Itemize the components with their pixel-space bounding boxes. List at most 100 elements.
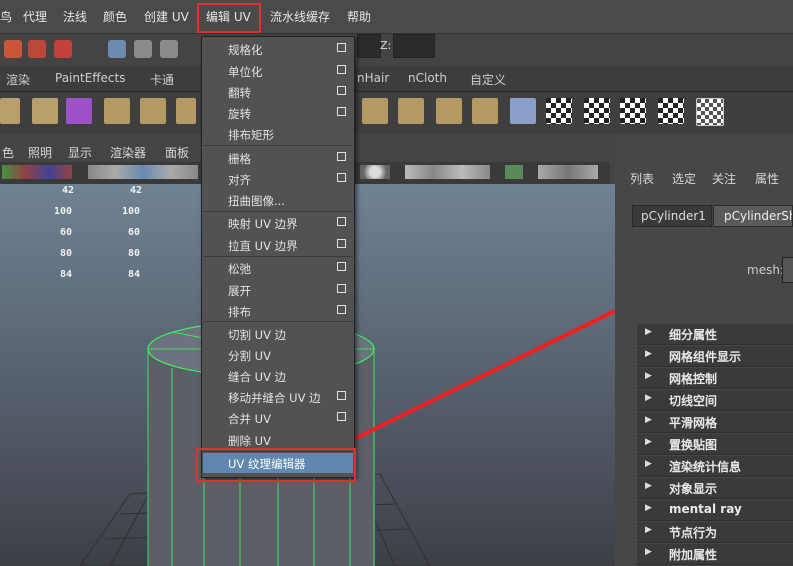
section-extra-attributes[interactable]: ▶ 附加属性 [637,544,793,565]
option-box-icon[interactable] [337,391,346,400]
menu-sew-uv-edges[interactable]: 缝合 UV 边 [201,366,355,386]
vp-menu-renderer[interactable]: 渲染器 [110,144,146,161]
shelf-uv-4-icon[interactable] [472,98,498,124]
vp-menu-panels[interactable]: 面板 [165,144,189,161]
menu-item-create-uv[interactable]: 创建 UV [144,8,189,25]
option-box-icon[interactable] [337,217,346,226]
isolate-select-icon[interactable] [505,165,523,179]
shelf-plane-icon[interactable] [104,98,130,124]
option-box-icon[interactable] [337,152,346,161]
ipr-icon[interactable] [134,40,152,58]
vp-menu-shading[interactable]: 色 [2,144,14,161]
menu-item-cut[interactable]: 鸟 [0,8,12,25]
shelf-uv-3-icon[interactable] [436,98,462,124]
menu-align[interactable]: 对齐 [201,169,355,189]
ae-menu-selected[interactable]: 选定 [672,170,696,187]
shelf-tab-toon[interactable]: 卡通 [150,71,174,88]
ae-menu-focus[interactable]: 关注 [712,170,736,187]
section-object-display[interactable]: ▶ 对象显示 [637,478,793,499]
menu-merge-uvs[interactable]: 合并 UV [201,408,355,428]
section-subdivision[interactable]: ▶ 细分属性 [637,324,793,345]
node-tab-pcylindershape[interactable]: pCylinderSh [713,205,793,227]
shelf-plane-2-icon[interactable] [140,98,166,124]
section-displacement-map[interactable]: ▶ 置换贴图 [637,434,793,455]
shelf-uv-2-icon[interactable] [398,98,424,124]
y-field[interactable] [357,34,381,58]
section-smooth-mesh[interactable]: ▶ 平滑网格 [637,412,793,433]
checker-5-icon[interactable] [696,98,724,126]
section-component-display[interactable]: ▶ 网格组件显示 [637,346,793,367]
menu-unfold[interactable]: 展开 [201,280,355,300]
menu-move-and-sew-uv-edges[interactable]: 移动并缝合 UV 边 [201,387,355,407]
menu-flip[interactable]: 翻转 [201,82,355,102]
checker-1-icon[interactable] [546,98,572,124]
shelf-cube-material-icon[interactable] [66,98,92,124]
shelf-tool-2-icon[interactable] [32,98,58,124]
section-mental-ray[interactable]: ▶ mental ray [637,500,793,521]
section-tangent-space[interactable]: ▶ 切线空间 [637,390,793,411]
option-box-icon[interactable] [337,86,346,95]
shelf-uv-5-icon[interactable] [510,98,536,124]
ae-menu-list[interactable]: 列表 [630,170,654,187]
checker-3-icon[interactable] [620,98,646,124]
option-box-icon[interactable] [337,65,346,74]
option-box-icon[interactable] [337,239,346,248]
menu-relax[interactable]: 松弛 [201,258,355,278]
menu-item-pipeline-cache[interactable]: 流水线缓存 [270,8,330,25]
render-settings-icon[interactable] [160,40,178,58]
stat-tris-1: 80 [60,248,73,259]
option-box-icon[interactable] [337,43,346,52]
display-modes-icon[interactable] [88,165,198,179]
snap-point-icon[interactable] [54,40,72,58]
option-box-icon[interactable] [337,412,346,421]
menu-rotate[interactable]: 旋转 [201,103,355,123]
menu-item-color[interactable]: 颜色 [103,8,127,25]
menu-map-uv-border[interactable]: 映射 UV 边界 [201,213,355,233]
magnet-icon[interactable] [4,40,22,58]
section-mesh-controls[interactable]: ▶ 网格控制 [637,368,793,389]
shelf-uv-1-icon[interactable] [362,98,388,124]
section-render-stats[interactable]: ▶ 渲染统计信息 [637,456,793,477]
menu-normalize[interactable]: 规格化 [201,39,355,59]
menu-layout[interactable]: 排布 [201,301,355,321]
ae-menu-attributes[interactable]: 属性 [755,170,779,187]
menu-item-proxy[interactable]: 代理 [23,8,47,25]
vp-menu-show[interactable]: 显示 [68,144,92,161]
shelf-tab-ncloth[interactable]: nCloth [408,71,447,85]
section-node-behavior[interactable]: ▶ 节点行为 [637,522,793,543]
snap-curve-icon[interactable] [28,40,46,58]
camera-tools-icon[interactable] [2,165,72,179]
mesh-name-field[interactable] [782,257,793,283]
shelf-tab-render[interactable]: 渲染 [6,71,30,88]
checker-2-icon[interactable] [584,98,610,124]
shading-spheres-icon[interactable] [360,165,390,179]
render-frame-icon[interactable] [108,40,126,58]
menu-unitize[interactable]: 单位化 [201,61,355,81]
stat-uvs-1: 84 [60,269,73,280]
menu-delete-uvs[interactable]: 删除 UV [201,430,355,450]
menu-item-help[interactable]: 帮助 [347,8,371,25]
option-box-icon[interactable] [337,305,346,314]
option-box-icon[interactable] [337,284,346,293]
z-field[interactable] [393,34,435,58]
menu-cut-uv-edges[interactable]: 切割 UV 边 [201,324,355,344]
vp-menu-lighting[interactable]: 照明 [28,144,52,161]
xray-icons[interactable] [538,165,598,179]
menu-split-uvs[interactable]: 分割 UV [201,345,355,365]
checker-4-icon[interactable] [658,98,684,124]
shelf-tab-custom[interactable]: 自定义 [470,71,506,88]
menu-grid[interactable]: 栅格 [201,148,355,168]
menu-layout-rectangle[interactable]: 排布矩形 [201,124,355,144]
shelf-tool-1-icon[interactable] [0,98,20,124]
shelf-tab-painteffects[interactable]: PaintEffects [55,71,125,85]
shelf-tab-nhair[interactable]: nHair [357,71,389,85]
menu-warp-image[interactable]: 扭曲图像... [201,190,355,210]
shelf-plane-3-icon[interactable] [176,98,196,124]
option-box-icon[interactable] [337,173,346,182]
node-tab-pcylinder1[interactable]: pCylinder1 [632,205,712,227]
lighting-icons[interactable] [405,165,490,179]
option-box-icon[interactable] [337,107,346,116]
option-box-icon[interactable] [337,262,346,271]
menu-item-normals[interactable]: 法线 [63,8,87,25]
menu-straighten-uv-border[interactable]: 拉直 UV 边界 [201,235,355,255]
